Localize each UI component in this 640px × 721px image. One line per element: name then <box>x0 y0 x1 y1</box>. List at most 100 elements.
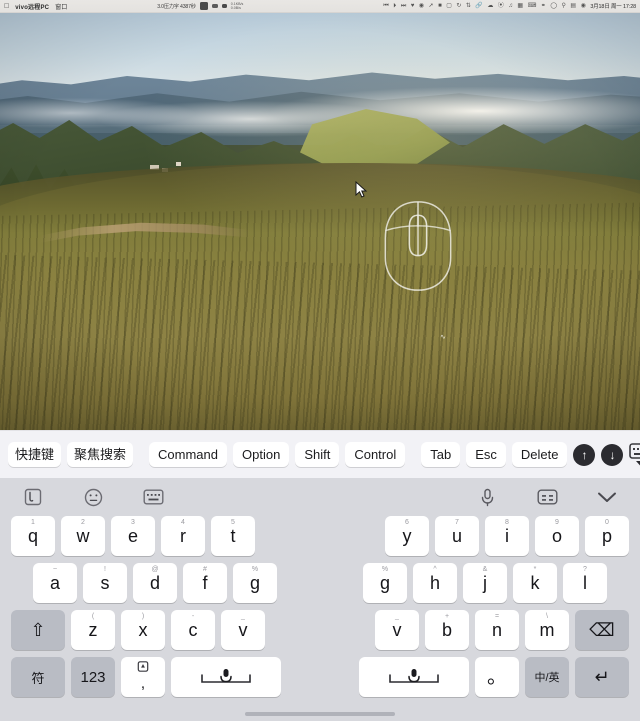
key-y-label: y <box>402 525 412 546</box>
key-e[interactable]: 3 e <box>111 516 155 556</box>
key-k[interactable]: * k <box>513 563 557 603</box>
key-i[interactable]: 8 i <box>485 516 529 556</box>
backspace-key[interactable]: ⌫ <box>575 610 629 650</box>
key-g-left[interactable]: % g <box>233 563 277 603</box>
display-icon[interactable]: ▢ <box>446 3 452 9</box>
play-icon[interactable]: ⏵ <box>393 3 396 9</box>
language-toggle-key[interactable]: 中/英 <box>525 657 569 697</box>
shield-icon[interactable]: ⦿ <box>498 3 504 9</box>
grid-icon[interactable]: ▦ <box>517 3 523 9</box>
key-b[interactable]: + b <box>425 610 469 650</box>
control-key[interactable]: Control <box>345 442 406 467</box>
bird-silhouette: ∿ <box>440 334 446 341</box>
key-l-sup: ? <box>583 566 587 573</box>
symbol-key[interactable]: 符 <box>11 657 65 697</box>
numeric-key[interactable]: 123 <box>71 657 115 697</box>
key-h[interactable]: ^ h <box>413 563 457 603</box>
skip-back-icon[interactable]: ⏮ <box>383 3 388 9</box>
key-v-right[interactable]: _ v <box>375 610 419 650</box>
siri-icon[interactable]: ◉ <box>581 3 586 9</box>
space-key-right[interactable] <box>359 657 469 697</box>
battery-icon[interactable]: ■ <box>438 3 442 9</box>
space-key[interactable] <box>171 657 281 697</box>
cloud-icon[interactable]: ☁ <box>487 3 493 9</box>
key-b-sup: + <box>444 613 450 620</box>
microphone-icon[interactable] <box>476 487 498 507</box>
shift-key[interactable]: ⇧ <box>11 610 65 650</box>
key-z[interactable]: ( z <box>71 610 115 650</box>
key-l-label: l <box>583 572 587 593</box>
emoji-key-icon <box>137 661 149 672</box>
menu-bar-clock[interactable]: 3月18日 周一 17:28 <box>590 2 636 10</box>
tab-key[interactable]: Tab <box>421 442 461 467</box>
key-q[interactable]: 1 q <box>11 516 55 556</box>
shift-key[interactable]: Shift <box>295 442 340 467</box>
key-g-right-label: g <box>379 572 390 593</box>
key-a[interactable]: ~ a <box>33 563 77 603</box>
key-v-left[interactable]: _ v <box>221 610 265 650</box>
refresh-icon[interactable]: ↻ <box>456 3 461 9</box>
period-key[interactable]: 。 <box>475 657 519 697</box>
control-center-icon[interactable]: ▤ <box>570 3 576 9</box>
option-key[interactable]: Option <box>233 442 290 467</box>
key-p[interactable]: 0 p <box>585 516 629 556</box>
key-d[interactable]: @ d <box>133 563 177 603</box>
wifi-icon[interactable]: ◯ <box>550 3 557 9</box>
keyboard-toolbar-right <box>476 487 618 507</box>
keyboard-row-3-right: _ v + b = n \ m ⌫ <box>372 610 632 650</box>
delete-key[interactable]: Delete <box>511 442 568 467</box>
skip-forward-icon[interactable]: ⏭ <box>401 3 406 9</box>
home-indicator[interactable] <box>245 712 395 716</box>
key-u[interactable]: 7 u <box>435 516 479 556</box>
key-j[interactable]: & j <box>463 563 507 603</box>
virtual-keyboard: 1 q 2 w 3 e 4 r 5 t 6 y 7 u 8 i 9 o 0 p … <box>0 478 640 721</box>
menu-item-window[interactable]: 窗口 <box>55 2 67 11</box>
status-badge-2[interactable] <box>211 4 218 8</box>
comma-key[interactable]: , <box>121 657 165 697</box>
key-c[interactable]: - c <box>171 610 215 650</box>
globe-icon[interactable]: ⚭ <box>541 3 546 9</box>
chevron-down-icon[interactable] <box>596 487 618 507</box>
enter-key[interactable]: ↵ <box>575 657 629 697</box>
key-m[interactable]: \ m <box>525 610 569 650</box>
spotlight-search-button[interactable]: 聚焦搜索 <box>67 442 134 467</box>
key-f-sup: # <box>203 566 207 573</box>
heart-icon[interactable]: ♥ <box>411 3 415 9</box>
key-l[interactable]: ? l <box>563 563 607 603</box>
esc-key[interactable]: Esc <box>466 442 506 467</box>
command-key[interactable]: Command <box>149 442 227 467</box>
key-a-sup: ~ <box>52 566 58 573</box>
key-t[interactable]: 5 t <box>211 516 255 556</box>
sync-icon[interactable]: ⇅ <box>466 3 471 9</box>
search-icon[interactable]: ⚲ <box>562 3 566 9</box>
arrow-down-button[interactable]: ↓ <box>601 443 624 466</box>
key-g-right[interactable]: % g <box>363 563 407 603</box>
emoji-icon[interactable] <box>82 487 104 507</box>
key-f[interactable]: # f <box>183 563 227 603</box>
record-icon[interactable]: ◉ <box>419 3 424 9</box>
desktop-wallpaper-area[interactable]: ∿ <box>0 13 640 430</box>
key-w[interactable]: 2 w <box>61 516 105 556</box>
handwriting-icon[interactable] <box>22 487 44 507</box>
headphones-icon[interactable]: ♫ <box>508 3 513 9</box>
menu-app-title[interactable]: vivo远程PC <box>15 2 49 11</box>
bluetooth-icon[interactable]: ➚ <box>429 3 434 9</box>
chevron-down-icon <box>635 460 640 465</box>
key-x[interactable]: ) x <box>121 610 165 650</box>
key-s[interactable]: ! s <box>83 563 127 603</box>
apple-logo-icon[interactable]:  <box>4 3 9 10</box>
hide-keyboard-button[interactable] <box>629 442 640 467</box>
link-icon[interactable]: 🔗 <box>475 3 482 9</box>
key-r[interactable]: 4 r <box>161 516 205 556</box>
shortcut-keys-button[interactable]: 快捷键 <box>8 442 62 467</box>
key-n[interactable]: = n <box>475 610 519 650</box>
key-y[interactable]: 6 y <box>385 516 429 556</box>
key-e-sup: 3 <box>131 519 135 526</box>
status-badge-3[interactable] <box>221 4 227 8</box>
keyboard-layout-icon[interactable] <box>142 487 164 507</box>
status-badge-1[interactable] <box>199 2 208 10</box>
clipboard-icon[interactable] <box>536 487 558 507</box>
arrow-up-button[interactable]: ↑ <box>573 443 596 466</box>
keyboard-icon[interactable]: ⌨ <box>528 3 537 9</box>
key-o[interactable]: 9 o <box>535 516 579 556</box>
